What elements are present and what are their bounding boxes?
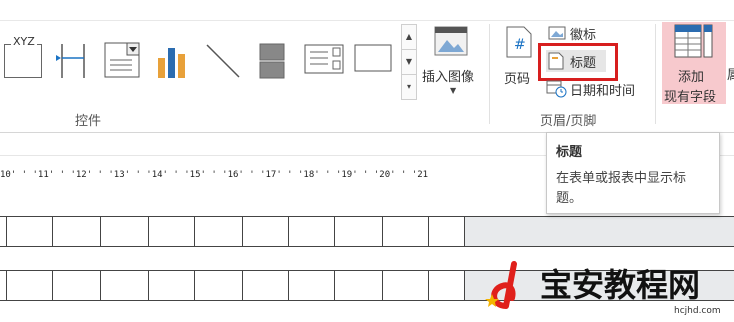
insert-image-button[interactable]: 插入图像 ▼ bbox=[420, 24, 486, 100]
page-break-icon[interactable] bbox=[54, 42, 90, 80]
grid-cell-border bbox=[194, 270, 195, 300]
watermark-url: hcjhd.com bbox=[674, 306, 721, 316]
list-box-icon[interactable] bbox=[304, 44, 344, 76]
grid-cell-border bbox=[52, 216, 53, 246]
datetime-button[interactable]: 日期和时间 bbox=[546, 78, 650, 99]
grid-cell-border bbox=[6, 270, 7, 300]
add-existing-fields-button[interactable]: 添加 现有字段 bbox=[662, 22, 726, 105]
more-controls-icon[interactable]: ▾ bbox=[402, 75, 416, 99]
scroll-up-icon[interactable]: ▲ bbox=[402, 25, 416, 50]
page-number-label: 页码 bbox=[504, 72, 531, 87]
grid-line bbox=[0, 246, 734, 247]
title-control-icon[interactable]: XYZ bbox=[4, 35, 42, 78]
grid-cell-border bbox=[148, 270, 149, 300]
tooltip-title: 标题 bbox=[556, 145, 583, 160]
chart-icon[interactable] bbox=[156, 44, 190, 80]
ruler-ticks: 10' ' '11' ' '12' ' '13' ' '14' ' '15' '… bbox=[0, 170, 429, 180]
xyz-label: XYZ bbox=[11, 35, 37, 48]
svg-text:#: # bbox=[514, 37, 526, 53]
group-separator bbox=[655, 24, 656, 124]
tooltip-body-line1: 在表单或报表中显示标 bbox=[556, 171, 687, 186]
page-number-icon: # bbox=[506, 26, 532, 58]
watermark-text: 宝安教程网 bbox=[540, 266, 701, 304]
toggle-button-icon[interactable] bbox=[258, 42, 286, 80]
grid-cell-border bbox=[334, 270, 335, 300]
image-icon bbox=[434, 26, 468, 56]
combo-box-icon[interactable] bbox=[104, 42, 140, 80]
grid-cell-border bbox=[288, 216, 289, 246]
dropdown-arrow-icon: ▼ bbox=[450, 86, 457, 95]
scroll-down-icon[interactable]: ▼ bbox=[402, 50, 416, 75]
grid-cell-border bbox=[382, 216, 383, 246]
tooltip-body-line2: 题。 bbox=[556, 191, 583, 206]
calendar-clock-icon bbox=[546, 80, 567, 98]
grid-cell-border bbox=[334, 216, 335, 246]
controls-gallery[interactable]: XYZ bbox=[0, 20, 402, 98]
grid-cell-border bbox=[6, 216, 7, 246]
watermark: 宝安教程网 hcjhd.com bbox=[484, 258, 734, 322]
cut-off-label: 属 bbox=[727, 68, 734, 83]
grid-cell-border bbox=[464, 216, 465, 246]
grid-cell-border bbox=[148, 216, 149, 246]
controls-group-label: 控件 bbox=[75, 114, 102, 129]
add-fields-label-line2: 现有字段 bbox=[664, 90, 717, 105]
title-tooltip: 标题 在表单或报表中显示标 题。 bbox=[546, 132, 720, 214]
group-separator bbox=[489, 24, 490, 124]
ribbon-tab-strip bbox=[0, 0, 734, 21]
title-label: 标题 bbox=[570, 56, 597, 71]
grid-cell-border bbox=[382, 270, 383, 300]
title-button[interactable]: 标题 bbox=[546, 50, 606, 72]
grid-cell-border bbox=[428, 270, 429, 300]
title-icon bbox=[548, 52, 564, 70]
grid-cell-border bbox=[428, 216, 429, 246]
watermark-logo-icon bbox=[485, 261, 517, 309]
gallery-scroller[interactable]: ▲ ▼ ▾ bbox=[401, 24, 417, 100]
line-icon[interactable] bbox=[204, 42, 242, 80]
datetime-label: 日期和时间 bbox=[570, 84, 636, 99]
rectangle-icon[interactable] bbox=[354, 44, 392, 74]
logo-icon bbox=[548, 26, 566, 40]
grid-cell-border bbox=[100, 270, 101, 300]
field-list-icon bbox=[674, 24, 713, 58]
page-number-button[interactable]: # 页码 bbox=[500, 26, 540, 88]
logo-label: 徽标 bbox=[570, 28, 597, 43]
grid-cell-border bbox=[242, 270, 243, 300]
section-area bbox=[464, 217, 734, 246]
grid-cell-border bbox=[288, 270, 289, 300]
logo-button[interactable]: 徽标 bbox=[548, 24, 614, 44]
header-footer-group-label: 页眉/页脚 bbox=[540, 114, 597, 129]
grid-cell-border bbox=[52, 270, 53, 300]
add-fields-label-line1: 添加 bbox=[678, 70, 705, 85]
grid-cell-border bbox=[464, 270, 465, 300]
insert-image-label: 插入图像 bbox=[422, 70, 475, 85]
grid-cell-border bbox=[242, 216, 243, 246]
grid-cell-border bbox=[100, 216, 101, 246]
grid-cell-border bbox=[194, 216, 195, 246]
